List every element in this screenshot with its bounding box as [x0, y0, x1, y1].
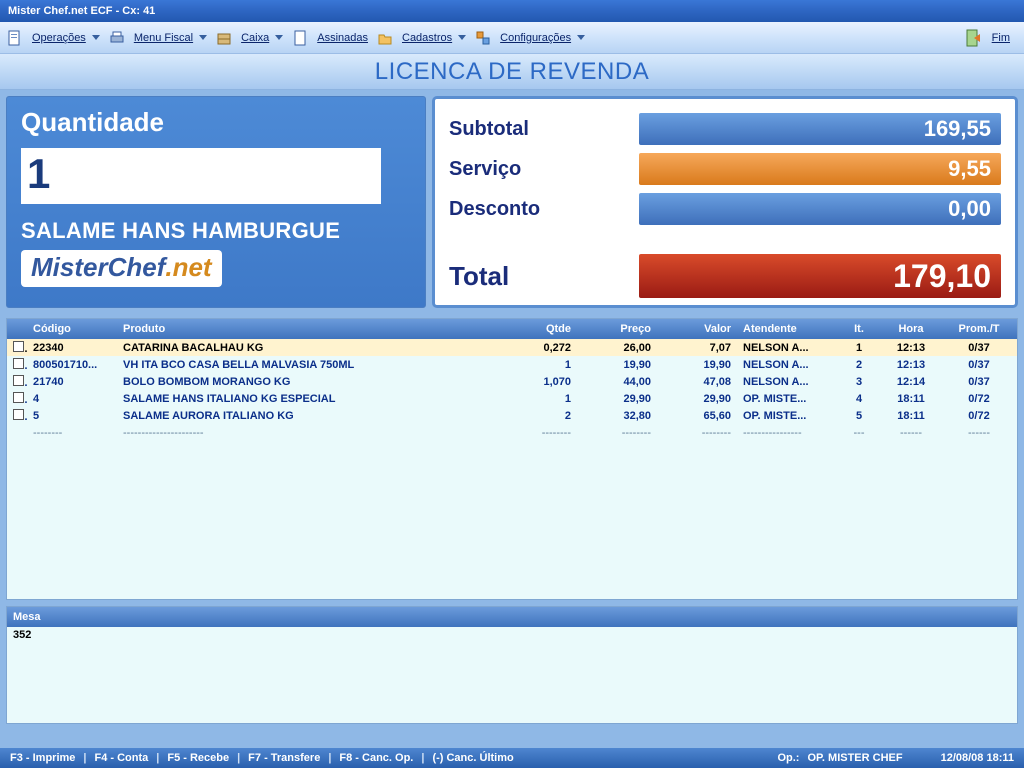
row-checkbox[interactable] [13, 358, 24, 369]
table-row[interactable]: 800501710...VH ITA BCO CASA BELLA MALVAS… [7, 356, 1017, 373]
printer-icon[interactable] [108, 29, 126, 47]
row-checkbox[interactable] [13, 392, 24, 403]
total-label: Total [449, 261, 639, 292]
col-hora[interactable]: Hora [881, 323, 941, 335]
exit-icon[interactable] [966, 29, 984, 47]
menu-caixa[interactable]: Caixa [233, 29, 291, 47]
hint-canc: (-) Canc. Último [428, 752, 517, 764]
col-mesa[interactable]: Mesa [7, 611, 47, 623]
chevron-down-icon [92, 35, 100, 40]
banner-text: LICENCA DE REVENDA [375, 58, 649, 86]
page-icon [291, 29, 309, 47]
brand-logo: MisterChef.net [21, 250, 222, 287]
totals-panel: Subtotal 169,55 Serviço 9,55 Desconto 0,… [432, 96, 1018, 308]
titlebar: Mister Chef.net ECF - Cx: 41 [0, 0, 1024, 22]
hint-f5: F5 - Recebe [163, 752, 233, 764]
mesa-header: Mesa [7, 607, 1017, 627]
folder-icon [376, 29, 394, 47]
servico-value: 9,55 [639, 153, 1001, 185]
hint-f7: F7 - Transfere [244, 752, 324, 764]
chevron-down-icon [577, 35, 585, 40]
table-row[interactable]: 5SALAME AURORA ITALIANO KG232,8065,60OP.… [7, 407, 1017, 424]
box-icon [215, 29, 233, 47]
chevron-down-icon [458, 35, 466, 40]
subtotal-value: 169,55 [639, 113, 1001, 145]
col-valor[interactable]: Valor [657, 323, 737, 335]
hint-f4: F4 - Conta [90, 752, 152, 764]
menu-assinadas[interactable]: Assinadas [309, 29, 376, 47]
quantity-input[interactable]: 1 [21, 148, 381, 204]
banner: LICENCA DE REVENDA [0, 54, 1024, 90]
menu-operacoes[interactable]: Operações [24, 29, 108, 47]
grid-body[interactable]: 22340CATARINA BACALHAU KG0,27226,007,07N… [7, 339, 1017, 599]
row-checkbox[interactable] [13, 375, 24, 386]
col-preco[interactable]: Preço [577, 323, 657, 335]
col-qtde[interactable]: Qtde [507, 323, 577, 335]
document-icon [6, 29, 24, 47]
status-op-label: Op.: [773, 752, 803, 764]
menu-fiscal[interactable]: Menu Fiscal [126, 29, 215, 47]
desconto-label: Desconto [449, 198, 639, 221]
items-grid: Código Produto Qtde Preço Valor Atendent… [6, 318, 1018, 600]
window-title: Mister Chef.net ECF - Cx: 41 [8, 5, 155, 17]
hint-f8: F8 - Canc. Op. [335, 752, 417, 764]
col-codigo[interactable]: Código [27, 323, 117, 335]
tools-icon [474, 29, 492, 47]
status-datetime: 12/08/08 18:11 [937, 752, 1018, 764]
quantity-panel: Quantidade 1 SALAME HANS HAMBURGUE Miste… [6, 96, 426, 308]
col-it[interactable]: It. [837, 323, 881, 335]
row-checkbox[interactable] [13, 409, 24, 420]
desconto-value: 0,00 [639, 193, 1001, 225]
current-item-name: SALAME HANS HAMBURGUE [21, 218, 411, 244]
col-atendente[interactable]: Atendente [737, 323, 837, 335]
total-value: 179,10 [639, 254, 1001, 298]
menu-config[interactable]: Configurações [492, 29, 593, 47]
table-row-separator: ----------------------------------------… [7, 424, 1017, 441]
chevron-down-icon [275, 35, 283, 40]
grid-header: Código Produto Qtde Preço Valor Atendent… [7, 319, 1017, 339]
mesa-value: 352 [13, 629, 31, 641]
mesa-body[interactable]: 352 [7, 627, 1017, 723]
chevron-down-icon [199, 35, 207, 40]
table-row[interactable]: 22340CATARINA BACALHAU KG0,27226,007,07N… [7, 339, 1017, 356]
table-row[interactable]: 4SALAME HANS ITALIANO KG ESPECIAL129,902… [7, 390, 1017, 407]
row-checkbox[interactable] [13, 341, 24, 352]
quantity-label: Quantidade [21, 107, 411, 138]
statusbar: F3 - Imprime| F4 - Conta| F5 - Recebe| F… [0, 748, 1024, 768]
col-prom[interactable]: Prom./T [941, 323, 1017, 335]
menu-cadastros[interactable]: Cadastros [394, 29, 474, 47]
status-op-value: OP. MISTER CHEF [803, 752, 906, 764]
table-row[interactable]: 21740BOLO BOMBOM MORANGO KG1,07044,0047,… [7, 373, 1017, 390]
mesa-grid: Mesa 352 [6, 606, 1018, 724]
subtotal-label: Subtotal [449, 118, 639, 141]
menu-fim[interactable]: Fim [984, 29, 1018, 47]
menubar: Operações Menu Fiscal Caixa Assinadas Ca… [0, 22, 1024, 54]
servico-label: Serviço [449, 158, 639, 181]
col-produto[interactable]: Produto [117, 323, 507, 335]
hint-f3: F3 - Imprime [6, 752, 79, 764]
